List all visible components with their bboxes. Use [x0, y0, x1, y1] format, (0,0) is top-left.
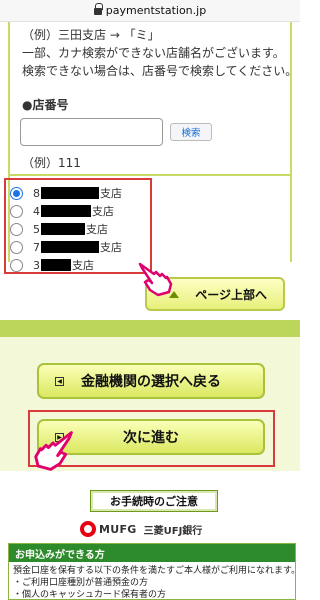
eligibility-title: お申込みができる方: [9, 544, 295, 562]
notice-button[interactable]: お手続時のご注意: [90, 490, 218, 512]
eligibility-line: ・個人のキャッシュカード保有者の方: [13, 590, 167, 600]
eligibility-line: 預金口座を保有する以下の条件を満たすご本人様がご利用になれます。: [13, 566, 301, 576]
search-panel: （例）三田支店 → 「ミ」 一部、カナ検索ができない店舗名がございます。 検索で…: [8, 22, 297, 176]
bank-logo: MUFG 三菱UFJ銀行: [80, 520, 202, 538]
pointing-hand-icon: [34, 431, 73, 471]
lock-icon: [93, 3, 103, 16]
section-divider-band: [0, 320, 300, 337]
store-number-label: ●店番号: [22, 98, 69, 112]
back-to-bank-selection-button[interactable]: ◀ 金融機関の選択へ戻る: [37, 363, 265, 399]
url-text: paymentstation.jp: [105, 4, 207, 17]
note-line-2: 検索できない場合は、店番号で検索してください。: [22, 64, 298, 78]
back-arrow-icon: ◀: [55, 377, 64, 386]
highlight-frame-branches: [4, 178, 152, 274]
brand-name: MUFG: [99, 522, 137, 536]
pointing-hand-icon: [138, 262, 173, 297]
bank-name: 三菱UFJ銀行: [143, 525, 203, 537]
eligibility-line: ・ご利用口座種別が普通預金の方: [13, 578, 149, 588]
mufg-symbol-icon: [80, 521, 96, 537]
back-button-label: 金融機関の選択へ戻る: [81, 374, 221, 390]
address-bar[interactable]: paymentstation.jp: [0, 0, 300, 22]
example-number-text: （例）111: [22, 156, 81, 170]
page-top-label: ページ上部へ: [195, 287, 267, 302]
example-kana-text: （例）三田支店 → 「ミ」: [22, 28, 160, 42]
search-button[interactable]: 検索: [170, 123, 212, 141]
store-number-input[interactable]: [20, 118, 163, 146]
eligibility-box: お申込みができる方 預金口座を保有する以下の条件を満たすご本人様がご利用になれま…: [8, 543, 301, 600]
note-line-1: 一部、カナ検索ができない店舗名がございます。: [22, 46, 285, 60]
